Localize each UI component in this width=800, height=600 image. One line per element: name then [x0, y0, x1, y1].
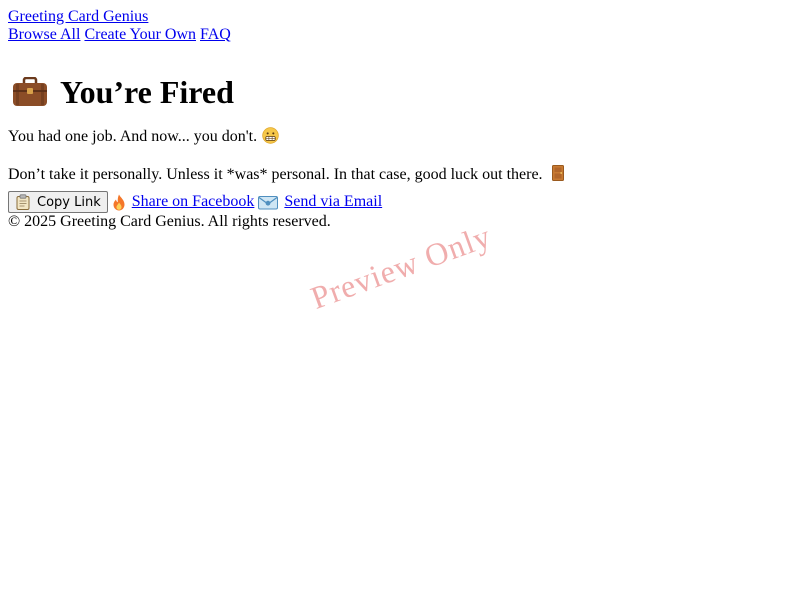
card-title: You’re Fired	[8, 74, 792, 110]
grimacing-face-icon	[262, 127, 279, 144]
door-icon	[551, 165, 564, 181]
card-title-text: You’re Fired	[60, 74, 234, 110]
fire-icon	[113, 194, 125, 210]
briefcase-icon	[13, 77, 47, 106]
card-message-2-text: Don’t take it personally. Unless it *was…	[8, 166, 543, 183]
card-message-1-text: You had one job. And now... you don't.	[8, 128, 258, 145]
share-actions: Copy Link Share on Facebook Send via Ema…	[8, 191, 792, 213]
card-message-1: You had one job. And now... you don't.	[8, 127, 792, 147]
share-facebook-link[interactable]: Share on Facebook	[112, 193, 255, 211]
envelope-icon	[258, 195, 279, 209]
preview-watermark: Preview Only	[306, 217, 496, 316]
copy-link-label: Copy Link	[37, 194, 101, 210]
send-email-link[interactable]: Send via Email	[258, 193, 382, 211]
nav-link-browse-all[interactable]: Browse All	[8, 26, 80, 43]
site-title-link[interactable]: Greeting Card Genius	[8, 8, 792, 26]
nav-link-faq[interactable]: FAQ	[200, 26, 231, 43]
card-message-2: Don’t take it personally. Unless it *was…	[8, 165, 792, 185]
share-facebook-label: Share on Facebook	[131, 193, 255, 210]
footer-copyright: © 2025 Greeting Card Genius. All rights …	[8, 213, 331, 230]
clipboard-icon	[16, 194, 30, 210]
main-nav: Browse All Create Your Own FAQ	[8, 26, 792, 44]
copy-link-button[interactable]: Copy Link	[8, 191, 108, 213]
nav-link-create-your-own[interactable]: Create Your Own	[84, 26, 196, 43]
page: Greeting Card Genius Browse All Create Y…	[0, 0, 800, 600]
send-email-label: Send via Email	[284, 193, 383, 210]
